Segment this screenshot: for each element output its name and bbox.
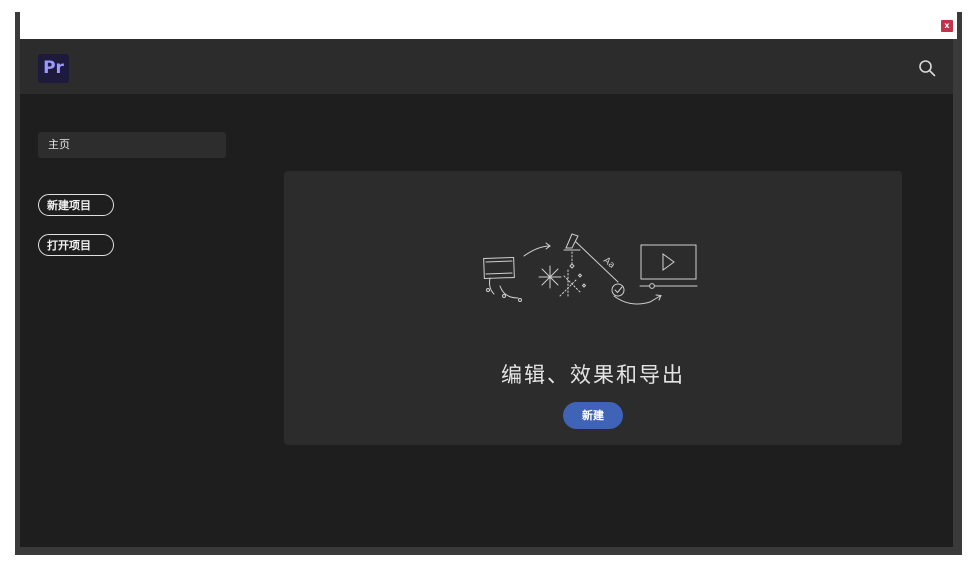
new-project-button[interactable]: 新建项目	[38, 194, 114, 216]
search-icon[interactable]	[918, 59, 936, 77]
card-title: 编辑、效果和导出	[501, 363, 685, 387]
sidebar-item-home[interactable]: 主页	[38, 132, 226, 158]
edit-effects-export-illustration: Aa	[483, 233, 698, 305]
open-project-button[interactable]: 打开项目	[38, 234, 114, 256]
welcome-card: Aa 编辑、效果和导出 新建	[284, 171, 902, 445]
app-window: Pr 主页 新建项目 打开项目 Aa 编辑、效果和导出 新建	[20, 39, 953, 547]
premiere-logo: Pr	[38, 54, 69, 83]
title-bar: x	[20, 12, 957, 39]
app-header: Pr	[20, 39, 953, 94]
close-button[interactable]: x	[941, 20, 953, 32]
new-button[interactable]: 新建	[563, 402, 623, 429]
